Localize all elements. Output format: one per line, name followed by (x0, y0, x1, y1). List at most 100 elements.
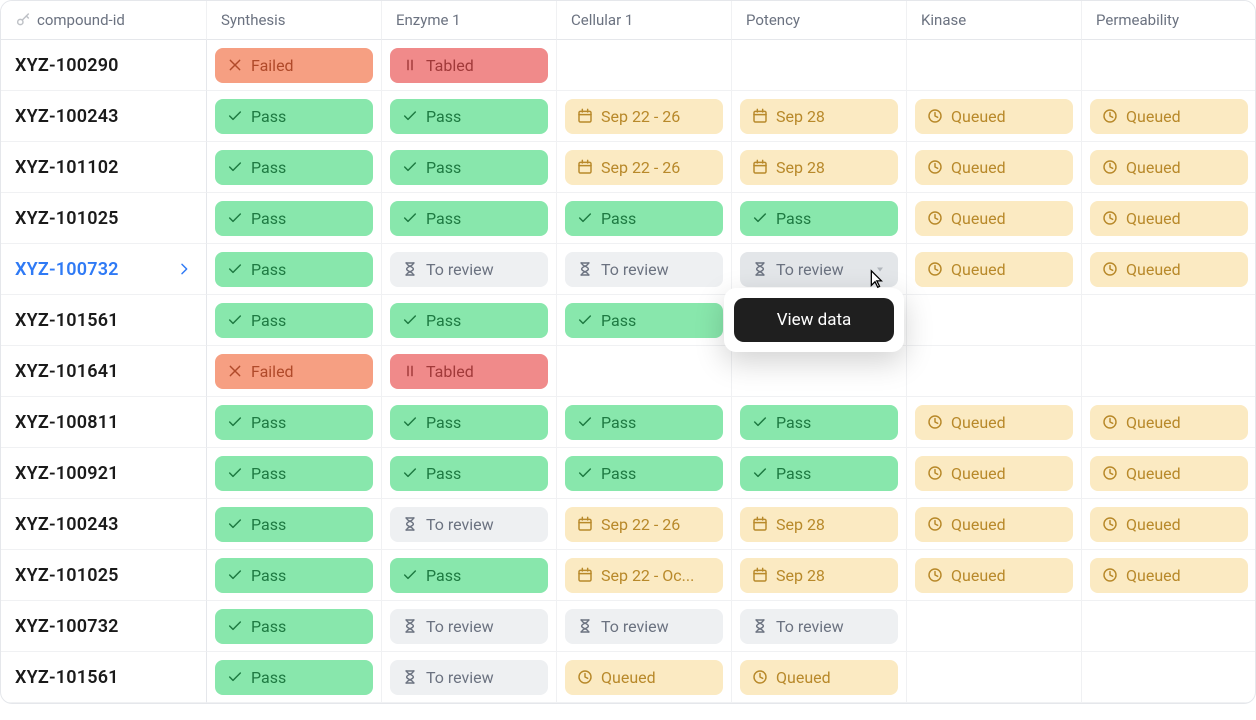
cell-cellular1[interactable]: To review (557, 244, 732, 295)
cell-kinase[interactable]: Queued (907, 448, 1082, 499)
column-header-kinase[interactable]: Kinase (907, 1, 1082, 40)
column-header-potency[interactable]: Potency (732, 1, 907, 40)
status-pill-pass[interactable]: Pass (740, 456, 898, 491)
cell-perm[interactable]: Queued (1082, 91, 1256, 142)
status-pill-date[interactable]: Sep 22 - 26 (565, 150, 723, 185)
compound-id-cell[interactable]: XYZ-101561 (1, 295, 207, 346)
status-pill-queued[interactable]: Queued (915, 201, 1073, 236)
status-pill-pass[interactable]: Pass (565, 456, 723, 491)
status-pill-pass[interactable]: Pass (215, 456, 373, 491)
compound-id-cell[interactable]: XYZ-101102 (1, 142, 207, 193)
cell-kinase[interactable]: Queued (907, 142, 1082, 193)
cell-cellular1[interactable]: Pass (557, 193, 732, 244)
cell-enzyme1[interactable]: To review (382, 652, 557, 703)
status-pill-queued[interactable]: Queued (915, 99, 1073, 134)
status-pill-pass[interactable]: Pass (390, 99, 548, 134)
status-pill-review[interactable]: To review (565, 252, 723, 287)
status-pill-queued[interactable]: Queued (915, 558, 1073, 593)
column-header-enzyme1[interactable]: Enzyme 1 (382, 1, 557, 40)
status-pill-queued[interactable]: Queued (915, 150, 1073, 185)
cell-enzyme1[interactable]: To review (382, 499, 557, 550)
compound-id-cell[interactable]: XYZ-100290 (1, 40, 207, 91)
status-pill-date[interactable]: Sep 22 - 26 (565, 99, 723, 134)
cell-synthesis[interactable]: Pass (207, 244, 382, 295)
status-pill-review[interactable]: To review (565, 609, 723, 644)
cell-potency[interactable]: Queued (732, 652, 907, 703)
cell-potency[interactable]: Sep 28 (732, 142, 907, 193)
status-pill-pass[interactable]: Pass (215, 150, 373, 185)
status-pill-queued[interactable]: Queued (1090, 456, 1248, 491)
cell-kinase[interactable]: Queued (907, 91, 1082, 142)
cell-synthesis[interactable]: Pass (207, 142, 382, 193)
cell-cellular1[interactable]: Pass (557, 448, 732, 499)
cell-cellular1[interactable]: To review (557, 601, 732, 652)
cell-potency[interactable]: To reviewView data (732, 244, 907, 295)
status-pill-queued[interactable]: Queued (1090, 150, 1248, 185)
cell-synthesis[interactable]: Pass (207, 397, 382, 448)
cell-potency[interactable]: Pass (732, 193, 907, 244)
cell-enzyme1[interactable]: Pass (382, 550, 557, 601)
cell-enzyme1[interactable]: Pass (382, 91, 557, 142)
status-pill-pass[interactable]: Pass (215, 609, 373, 644)
cell-perm[interactable]: Queued (1082, 193, 1256, 244)
status-pill-queued[interactable]: Queued (1090, 201, 1248, 236)
compound-id-cell[interactable]: XYZ-101641 (1, 346, 207, 397)
compound-id-cell[interactable]: XYZ-100243 (1, 499, 207, 550)
cell-potency[interactable]: To review (732, 601, 907, 652)
status-pill-review[interactable]: To review (390, 609, 548, 644)
cell-synthesis[interactable]: Pass (207, 295, 382, 346)
cell-potency[interactable]: Sep 28 (732, 91, 907, 142)
cell-perm[interactable]: Queued (1082, 499, 1256, 550)
cell-perm[interactable]: Queued (1082, 550, 1256, 601)
cell-perm[interactable]: Queued (1082, 448, 1256, 499)
cell-synthesis[interactable]: Pass (207, 91, 382, 142)
cell-synthesis[interactable]: Pass (207, 550, 382, 601)
status-pill-pass[interactable]: Pass (390, 456, 548, 491)
compound-id-cell[interactable]: XYZ-100732 (1, 601, 207, 652)
cell-cellular1[interactable]: Sep 22 - Oc... (557, 550, 732, 601)
compound-id-cell[interactable]: XYZ-100243 (1, 91, 207, 142)
cell-enzyme1[interactable]: Pass (382, 193, 557, 244)
cell-cellular1[interactable]: Sep 22 - 26 (557, 142, 732, 193)
status-pill-pass[interactable]: Pass (390, 558, 548, 593)
status-pill-date[interactable]: Sep 28 (740, 558, 898, 593)
status-pill-queued[interactable]: Queued (915, 405, 1073, 440)
cell-cellular1[interactable]: Sep 22 - 26 (557, 91, 732, 142)
status-pill-pass[interactable]: Pass (215, 252, 373, 287)
status-pill-queued[interactable]: Queued (1090, 405, 1248, 440)
cell-synthesis[interactable]: Pass (207, 499, 382, 550)
status-pill-queued[interactable]: Queued (1090, 99, 1248, 134)
status-pill-pass[interactable]: Pass (390, 303, 548, 338)
status-pill-failed[interactable]: Failed (215, 48, 373, 83)
status-pill-queued[interactable]: Queued (565, 660, 723, 695)
status-pill-pass[interactable]: Pass (565, 303, 723, 338)
status-pill-queued[interactable]: Queued (1090, 507, 1248, 542)
compound-id-cell[interactable]: XYZ-100921 (1, 448, 207, 499)
column-header-synthesis[interactable]: Synthesis (207, 1, 382, 40)
status-pill-queued[interactable]: Queued (915, 507, 1073, 542)
cell-cellular1[interactable]: Sep 22 - 26 (557, 499, 732, 550)
cell-potency[interactable]: Sep 28 (732, 499, 907, 550)
status-pill-pass[interactable]: Pass (390, 150, 548, 185)
status-pill-date[interactable]: Sep 22 - Oc... (565, 558, 723, 593)
status-pill-pass[interactable]: Pass (740, 405, 898, 440)
cell-synthesis[interactable]: Failed (207, 346, 382, 397)
cell-kinase[interactable]: Queued (907, 244, 1082, 295)
status-pill-queued[interactable]: Queued (1090, 558, 1248, 593)
status-pill-pass[interactable]: Pass (740, 201, 898, 236)
status-pill-review[interactable]: To review (740, 609, 898, 644)
status-pill-queued[interactable]: Queued (740, 660, 898, 695)
status-pill-pass[interactable]: Pass (390, 201, 548, 236)
cell-enzyme1[interactable]: Tabled (382, 40, 557, 91)
cell-kinase[interactable]: Queued (907, 193, 1082, 244)
cell-kinase[interactable]: Queued (907, 499, 1082, 550)
status-pill-pass[interactable]: Pass (215, 558, 373, 593)
status-pill-pass[interactable]: Pass (215, 201, 373, 236)
compound-id-cell[interactable]: XYZ-101025 (1, 550, 207, 601)
cell-enzyme1[interactable]: To review (382, 601, 557, 652)
status-pill-date[interactable]: Sep 28 (740, 150, 898, 185)
cell-perm[interactable]: Queued (1082, 244, 1256, 295)
cell-synthesis[interactable]: Pass (207, 193, 382, 244)
status-pill-review[interactable]: To review (740, 252, 898, 287)
compound-id-cell[interactable]: XYZ-101561 (1, 652, 207, 703)
